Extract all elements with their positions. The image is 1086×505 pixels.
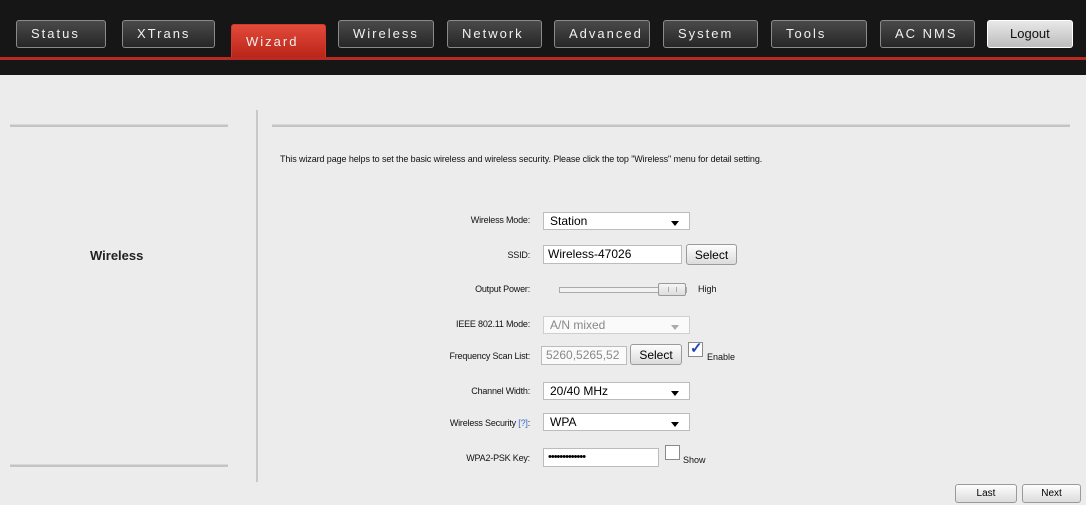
sidebar-title: Wireless	[90, 248, 144, 263]
output-power-slider[interactable]	[559, 283, 687, 296]
freq-scan-select-button[interactable]: Select	[630, 344, 682, 365]
ieee-mode-value: A/N mixed	[550, 318, 606, 332]
wireless-security-label: Wireless Security [?]:	[450, 418, 530, 428]
freq-scan-enable-checkbox[interactable]: ✓	[688, 340, 703, 357]
label-colon: :	[527, 418, 531, 428]
last-button[interactable]: Last	[955, 484, 1017, 503]
slider-handle[interactable]	[658, 283, 686, 296]
logout-button[interactable]: Logout	[987, 20, 1073, 48]
channel-width-value: 20/40 MHz	[550, 384, 609, 398]
output-power-label: Output Power:	[475, 284, 530, 294]
channel-width-select[interactable]: 20/40 MHz	[543, 382, 690, 400]
sidebar-top-rule	[10, 124, 228, 127]
freq-scan-enable-label: Enable	[707, 352, 736, 362]
tab-wireless[interactable]: Wireless	[338, 20, 434, 48]
wireless-security-label-text: Wireless Security	[449, 418, 516, 428]
top-navigation-bar: Status XTrans Wizard Wireless Network Ad…	[0, 0, 1086, 75]
tab-tools[interactable]: Tools	[771, 20, 867, 48]
intro-text: This wizard page helps to set the basic …	[280, 154, 763, 164]
channel-width-label: Channel Width:	[471, 386, 530, 396]
tab-status[interactable]: Status	[16, 20, 106, 48]
chevron-down-icon	[671, 422, 679, 427]
content-top-rule	[272, 124, 1070, 127]
psk-key-input[interactable]: •••••••••••••	[543, 448, 659, 467]
freq-scan-label: Frequency Scan List:	[449, 351, 530, 361]
wireless-mode-select[interactable]: Station	[543, 212, 690, 230]
chevron-down-icon	[671, 391, 679, 396]
wireless-mode-label: Wireless Mode:	[470, 215, 530, 225]
tab-network[interactable]: Network	[447, 20, 542, 48]
next-button[interactable]: Next	[1022, 484, 1081, 503]
psk-key-label: WPA2-PSK Key:	[466, 453, 530, 463]
ssid-select-button[interactable]: Select	[686, 244, 737, 265]
help-link[interactable]: [?]	[518, 418, 528, 428]
ieee-mode-label: IEEE 802.11 Mode:	[456, 319, 530, 329]
output-power-level: High	[698, 284, 717, 294]
check-icon: ✓	[690, 340, 703, 357]
freq-scan-input[interactable]: 5260,5265,52	[541, 346, 627, 365]
chevron-down-icon	[671, 221, 679, 226]
ieee-mode-select[interactable]: A/N mixed	[543, 316, 690, 334]
chevron-down-icon	[671, 325, 679, 330]
psk-show-checkbox[interactable]	[665, 445, 680, 460]
sidebar-bottom-rule	[10, 464, 228, 467]
wireless-security-value: WPA	[550, 415, 577, 429]
ssid-label: SSID:	[507, 250, 530, 260]
tab-xtrans[interactable]: XTrans	[122, 20, 215, 48]
tab-wizard[interactable]: Wizard	[231, 24, 326, 60]
wireless-mode-value: Station	[550, 214, 588, 228]
tab-advanced[interactable]: Advanced	[554, 20, 650, 48]
tab-ac-nms[interactable]: AC NMS	[880, 20, 975, 48]
psk-show-label: Show	[683, 455, 706, 465]
grip-icon	[668, 287, 677, 292]
tab-system[interactable]: System	[663, 20, 758, 48]
ssid-input[interactable]: Wireless-47026	[543, 245, 682, 264]
nav-underline	[0, 57, 1086, 60]
wireless-security-select[interactable]: WPA	[543, 413, 690, 431]
vertical-divider	[256, 110, 258, 482]
